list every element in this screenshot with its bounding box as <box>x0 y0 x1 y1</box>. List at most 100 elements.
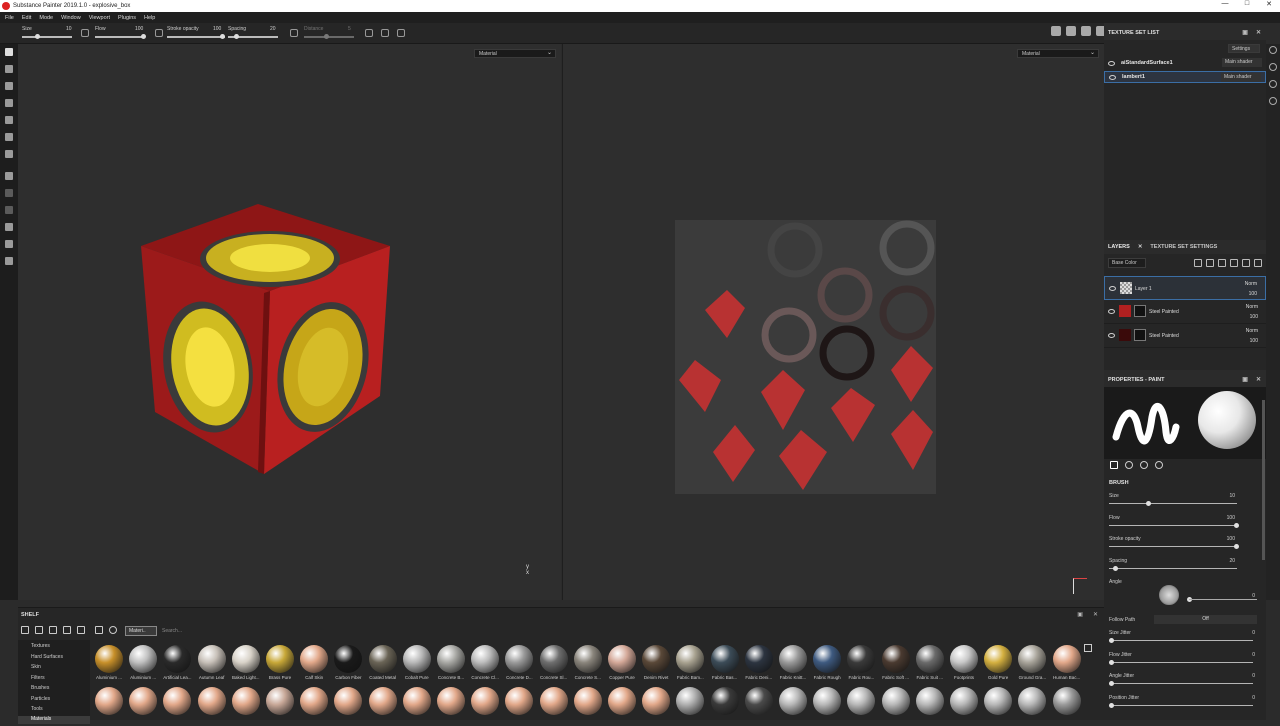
undock-icon[interactable]: ▣ <box>1242 29 1248 36</box>
layers-icon[interactable] <box>1269 63 1277 71</box>
menu-edit[interactable]: Edit <box>22 15 31 21</box>
layer-row[interactable]: Steel Painted Norm 100 <box>1104 300 1266 324</box>
material-thumbnail[interactable]: Aluminium ... <box>94 644 124 684</box>
bake-icon[interactable] <box>5 172 13 180</box>
material-thumbnail[interactable] <box>128 686 158 726</box>
layer-opacity[interactable]: 100 <box>1250 314 1258 320</box>
material-thumbnail[interactable] <box>231 686 261 726</box>
visibility-eye-icon[interactable] <box>1109 74 1116 80</box>
menu-help[interactable]: Help <box>144 15 155 21</box>
material-thumbnail[interactable]: Calf Skin <box>299 644 329 684</box>
undock-icon[interactable]: ▣ <box>1242 376 1248 383</box>
material-thumbnail[interactable]: Fabric Rough <box>812 644 842 684</box>
material-thumbnail[interactable] <box>1052 686 1082 726</box>
material-thumbnail[interactable]: Fabric Soft ... <box>881 644 911 684</box>
tab-close-icon[interactable]: ✕ <box>1134 244 1147 250</box>
material-thumbnail[interactable]: Concrete Sl... <box>539 644 569 684</box>
size-jitter-param[interactable]: Size Jitter 0 <box>1109 630 1259 650</box>
hide-icon[interactable] <box>63 626 71 634</box>
angle-dial[interactable] <box>1159 585 1179 605</box>
param-value[interactable]: 20 <box>1229 558 1235 564</box>
minimize-button[interactable]: — <box>1214 0 1236 8</box>
material-thumbnail[interactable] <box>197 686 227 726</box>
menu-plugins[interactable]: Plugins <box>118 15 136 21</box>
material-thumbnail[interactable]: Concrete Cl... <box>470 644 500 684</box>
symmetry-axis-icon[interactable] <box>381 29 389 37</box>
material-thumbnail[interactable] <box>299 686 329 726</box>
settings-gear-icon[interactable] <box>5 257 13 265</box>
tab-texture-set-settings[interactable]: TEXTURE SET SETTINGS <box>1146 244 1221 250</box>
image-icon[interactable] <box>5 223 13 231</box>
param-value[interactable]: 0 <box>1252 652 1255 658</box>
stroke-opacity-slider-knob[interactable] <box>220 34 225 39</box>
viewport-2d-mode-select[interactable]: Material <box>1017 49 1099 58</box>
material-thumbnail[interactable] <box>710 686 740 726</box>
material-thumbnail[interactable] <box>812 686 842 726</box>
param-slider-knob[interactable] <box>1234 523 1239 528</box>
category-skin[interactable]: Skin <box>31 664 41 670</box>
camera-icon[interactable] <box>1081 26 1091 36</box>
lazy-mouse-icon[interactable] <box>290 29 298 37</box>
material-tab-icon[interactable] <box>1155 461 1163 469</box>
stencil-tab-icon[interactable] <box>1140 461 1148 469</box>
flow-jitter-param[interactable]: Flow Jitter 0 <box>1109 652 1259 672</box>
material-thumbnail[interactable] <box>846 686 876 726</box>
spacing-slider-knob[interactable] <box>234 34 239 39</box>
filter-tag[interactable]: Materi.. <box>125 626 157 636</box>
material-thumbnail[interactable]: Fabric Rou... <box>846 644 876 684</box>
add-effect-icon[interactable] <box>1194 259 1202 267</box>
import-icon[interactable] <box>77 626 85 634</box>
category-textures[interactable]: Textures <box>31 643 50 649</box>
category-hard-surfaces[interactable]: Hard Surfaces <box>31 654 63 660</box>
filter-icon[interactable] <box>95 626 103 634</box>
material-thumbnail[interactable] <box>607 686 637 726</box>
follow-path-toggle[interactable]: Off <box>1154 615 1257 624</box>
texture-set-item[interactable]: lambert1 Main shader <box>1104 71 1266 83</box>
display-settings-icon[interactable] <box>1269 97 1277 105</box>
material-thumbnail[interactable] <box>778 686 808 726</box>
color-picker-icon[interactable] <box>5 150 13 158</box>
material-thumbnail[interactable]: Carbon Fiber <box>333 644 363 684</box>
folder-icon[interactable] <box>21 626 29 634</box>
delete-layer-icon[interactable] <box>1254 259 1262 267</box>
material-thumbnail[interactable] <box>402 686 432 726</box>
symmetry-icon[interactable] <box>365 29 373 37</box>
material-thumbnail[interactable]: Fabric Bam... <box>675 644 705 684</box>
brush-spacing-param[interactable]: Spacing 20 <box>1109 558 1259 578</box>
view-mode-icon[interactable] <box>1051 26 1061 36</box>
material-thumbnail[interactable]: Fabric Knitt... <box>778 644 808 684</box>
material-thumbnail[interactable] <box>949 686 979 726</box>
material-thumbnail[interactable] <box>94 686 124 726</box>
material-thumbnail[interactable]: Baked Light... <box>231 644 261 684</box>
flow-slider-knob[interactable] <box>141 34 146 39</box>
layer-visibility-icon[interactable] <box>1108 309 1115 314</box>
add-fill-layer-icon[interactable] <box>1218 259 1226 267</box>
material-thumbnail[interactable] <box>675 686 705 726</box>
document-icon[interactable] <box>5 240 13 248</box>
grid-view-icon[interactable] <box>1084 644 1092 652</box>
material-thumbnail[interactable]: Artificial Lea... <box>162 644 192 684</box>
paint-brush-icon[interactable] <box>5 48 13 56</box>
layer-visibility-icon[interactable] <box>1108 333 1115 338</box>
symmetry-settings-icon[interactable] <box>397 29 405 37</box>
tab-layers[interactable]: LAYERS <box>1104 244 1134 250</box>
viewport-3d[interactable]: Material yx <box>18 44 561 600</box>
smudge-icon[interactable] <box>5 116 13 124</box>
material-picker-icon[interactable] <box>5 189 13 197</box>
category-particles[interactable]: Particles <box>31 696 50 702</box>
param-slider-knob[interactable] <box>1146 501 1151 506</box>
shader-select[interactable]: Main shader <box>1221 73 1261 82</box>
menu-mode[interactable]: Mode <box>39 15 53 21</box>
eraser-icon[interactable] <box>5 65 13 73</box>
channel-select[interactable]: Base Color <box>1108 258 1146 268</box>
material-thumbnail[interactable] <box>539 686 569 726</box>
brush-stroke-opacity-param[interactable]: Stroke opacity 100 <box>1109 536 1259 556</box>
add-mask-icon[interactable] <box>1206 259 1214 267</box>
material-thumbnail[interactable]: Cobalt Pure <box>402 644 432 684</box>
layer-blend-mode[interactable]: Norm <box>1246 328 1258 334</box>
layer-opacity[interactable]: 100 <box>1249 291 1257 297</box>
search-icon[interactable] <box>109 626 117 634</box>
material-thumbnail[interactable] <box>573 686 603 726</box>
maximize-button[interactable]: □ <box>1236 0 1258 8</box>
material-thumbnail[interactable] <box>333 686 363 726</box>
